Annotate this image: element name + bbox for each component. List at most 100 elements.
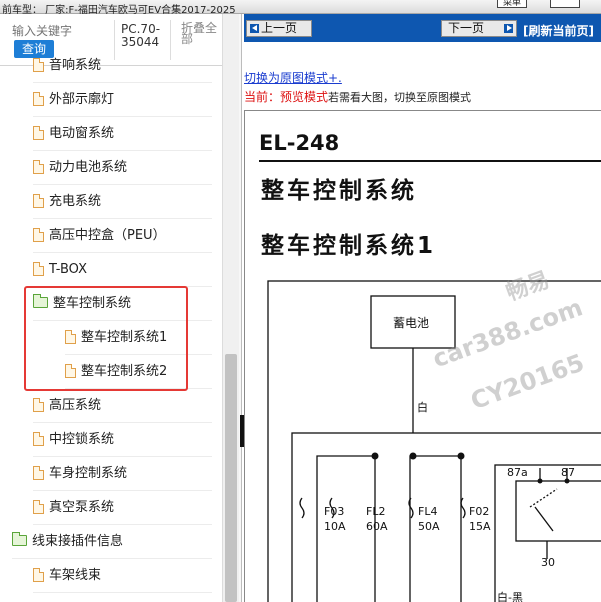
tree-item[interactable]: 电动窗系统: [33, 117, 212, 151]
current-mode: 预览模式: [280, 90, 329, 104]
collapse-all-button[interactable]: 折叠全部: [181, 22, 217, 45]
row-divider: [33, 592, 212, 593]
tree-item[interactable]: 高压中控盒（PEU）: [33, 219, 212, 253]
tree-item-label: 高压系统: [49, 398, 102, 413]
tree-item[interactable]: 车身控制系统: [33, 457, 212, 491]
mode-status: 当前：预览模式若需看大图，切换至原图模式: [244, 88, 471, 105]
wiring-schematic: 蓄电池 白 F03 10A FL2 60A FL4 50A F02 15A 87…: [267, 280, 601, 602]
document-icon: [65, 329, 76, 344]
prev-page-button[interactable]: 上一页: [246, 20, 312, 37]
battery-label: 蓄电池: [393, 316, 429, 330]
fuse-name: FL4: [418, 505, 437, 518]
arrow-right-icon: [504, 24, 513, 33]
prev-page-label: 上一页: [261, 21, 298, 35]
switch-original-mode-link[interactable]: 切换为原图模式+.: [244, 69, 342, 86]
document-icon: [33, 193, 44, 208]
sidebar-scrollbar[interactable]: [222, 14, 239, 602]
fuse-rating: 60A: [366, 520, 388, 533]
fuse-name: F03: [324, 505, 344, 518]
search-input[interactable]: [12, 22, 112, 40]
document-icon: [33, 57, 44, 72]
arrow-left-icon: [250, 24, 259, 33]
next-page-button[interactable]: 下一页: [441, 20, 517, 37]
top-menu-button[interactable]: 菜单: [497, 0, 527, 8]
tree-item-label: 高压中控盒（PEU）: [49, 228, 166, 243]
document-icon: [33, 499, 44, 514]
tree-item-label: 真空泵系统: [49, 500, 115, 515]
document-icon: [33, 261, 44, 276]
scrollbar-thumb[interactable]: [225, 354, 237, 602]
fuse-name: F02: [469, 505, 489, 518]
document-icon: [33, 227, 44, 242]
tree-item[interactable]: 整车控制系统1: [65, 321, 212, 355]
fuse-f03-symbol: [299, 497, 305, 519]
document-icon: [33, 397, 44, 412]
tree-item-label: 整车控制系统2: [81, 364, 168, 379]
junction-dot: [564, 478, 570, 484]
junction-dot: [409, 452, 417, 460]
junction-dot: [371, 452, 379, 460]
document-icon: [65, 363, 76, 378]
mode-hint: 若需看大图，切换至原图模式: [328, 91, 472, 104]
tree-item[interactable]: 动力电池系统: [33, 151, 212, 185]
tree-item[interactable]: 车架线束: [33, 559, 212, 593]
junction-dot: [457, 452, 465, 460]
junction-dot: [537, 478, 543, 484]
document-icon: [33, 465, 44, 480]
wire-color-label: 白-黑: [497, 590, 523, 602]
tree-item[interactable]: 充电系统: [33, 185, 212, 219]
tree-item[interactable]: 中控锁系统: [33, 423, 212, 457]
tree-folder[interactable]: 线束接插件信息: [12, 525, 212, 559]
relay-body: [515, 480, 601, 542]
tree-item[interactable]: 真空泵系统: [33, 491, 212, 525]
tree-item[interactable]: T-BOX: [33, 253, 212, 287]
tree-item-label: 电动窗系统: [49, 126, 115, 141]
relay-pin-label: 87: [561, 466, 575, 479]
relay-pin-label: 87a: [507, 466, 528, 479]
fuse-rating: 15A: [469, 520, 491, 533]
wire-color-label: 白: [417, 400, 428, 414]
document-icon: [33, 431, 44, 446]
document-icon: [33, 567, 44, 582]
title-bar: 前车型： 厂家:F-福田汽车欧马可EV合集2017-2025 菜单: [0, 0, 601, 16]
tree-item-label: 外部示廓灯: [49, 92, 115, 107]
tree-item-label: 车身控制系统: [49, 466, 128, 481]
tree-item-label: 动力电池系统: [49, 160, 128, 175]
relay-pin-label: 30: [541, 556, 555, 569]
app-window: 前车型： 厂家:F-福田汽车欧马可EV合集2017-2025 菜单 查询 PC.…: [0, 0, 601, 602]
tree-item-label: 中控锁系统: [49, 432, 115, 447]
fuse-name: FL2: [366, 505, 385, 518]
schematic-frame: [267, 280, 601, 602]
tree-item-label: 整车控制系统: [53, 296, 132, 311]
content-pane: 上一页 下一页 [刷新当前页] 切换为原图模式+. 当前：预览模式若需看大图，切…: [244, 14, 601, 602]
folder-open-icon: [33, 294, 48, 308]
top-extra-button[interactable]: [550, 0, 580, 8]
tree-item-label: 车架线束: [49, 568, 102, 583]
next-page-label: 下一页: [448, 21, 485, 35]
mode-prefix: 当前：: [244, 90, 281, 104]
tree-item-label: 充电系统: [49, 194, 102, 209]
tree-item-label: 整车控制系统1: [81, 330, 168, 345]
tree-item-label: 音响系统: [49, 58, 102, 73]
refresh-page-link[interactable]: [刷新当前页]: [523, 22, 594, 39]
relay-contact: [534, 506, 554, 532]
tree-item-label: 线束接插件信息: [32, 534, 124, 549]
tree-item[interactable]: 整车控制系统2: [65, 355, 212, 389]
tree-item-label: T-BOX: [49, 262, 87, 277]
tree-item[interactable]: 外部示廓灯: [33, 83, 212, 117]
pane-splitter[interactable]: [239, 14, 242, 602]
document-icon: [33, 91, 44, 106]
tree-folder[interactable]: 整车控制系统: [33, 287, 212, 321]
sidebar: 查询 PC.70-35044 折叠全部 音响系统外部示廓灯电动窗系统动力电池系统…: [0, 14, 240, 602]
page-nav-bar: 上一页 下一页 [刷新当前页]: [244, 14, 601, 42]
document-icon: [33, 159, 44, 174]
folder-open-icon: [12, 532, 27, 546]
relay-frame: [494, 464, 601, 602]
tree-item[interactable]: 高压系统: [33, 389, 212, 423]
relay-contact-dashed: [529, 488, 558, 508]
fuse-rating: 50A: [418, 520, 440, 533]
tree-item[interactable]: 音响系统: [33, 49, 212, 83]
fuse-rating: 10A: [324, 520, 346, 533]
document-page: EL-248 整车控制系统 整车控制系统1 蓄电池 白 F03 10A FL2 …: [244, 110, 601, 602]
document-icon: [33, 125, 44, 140]
